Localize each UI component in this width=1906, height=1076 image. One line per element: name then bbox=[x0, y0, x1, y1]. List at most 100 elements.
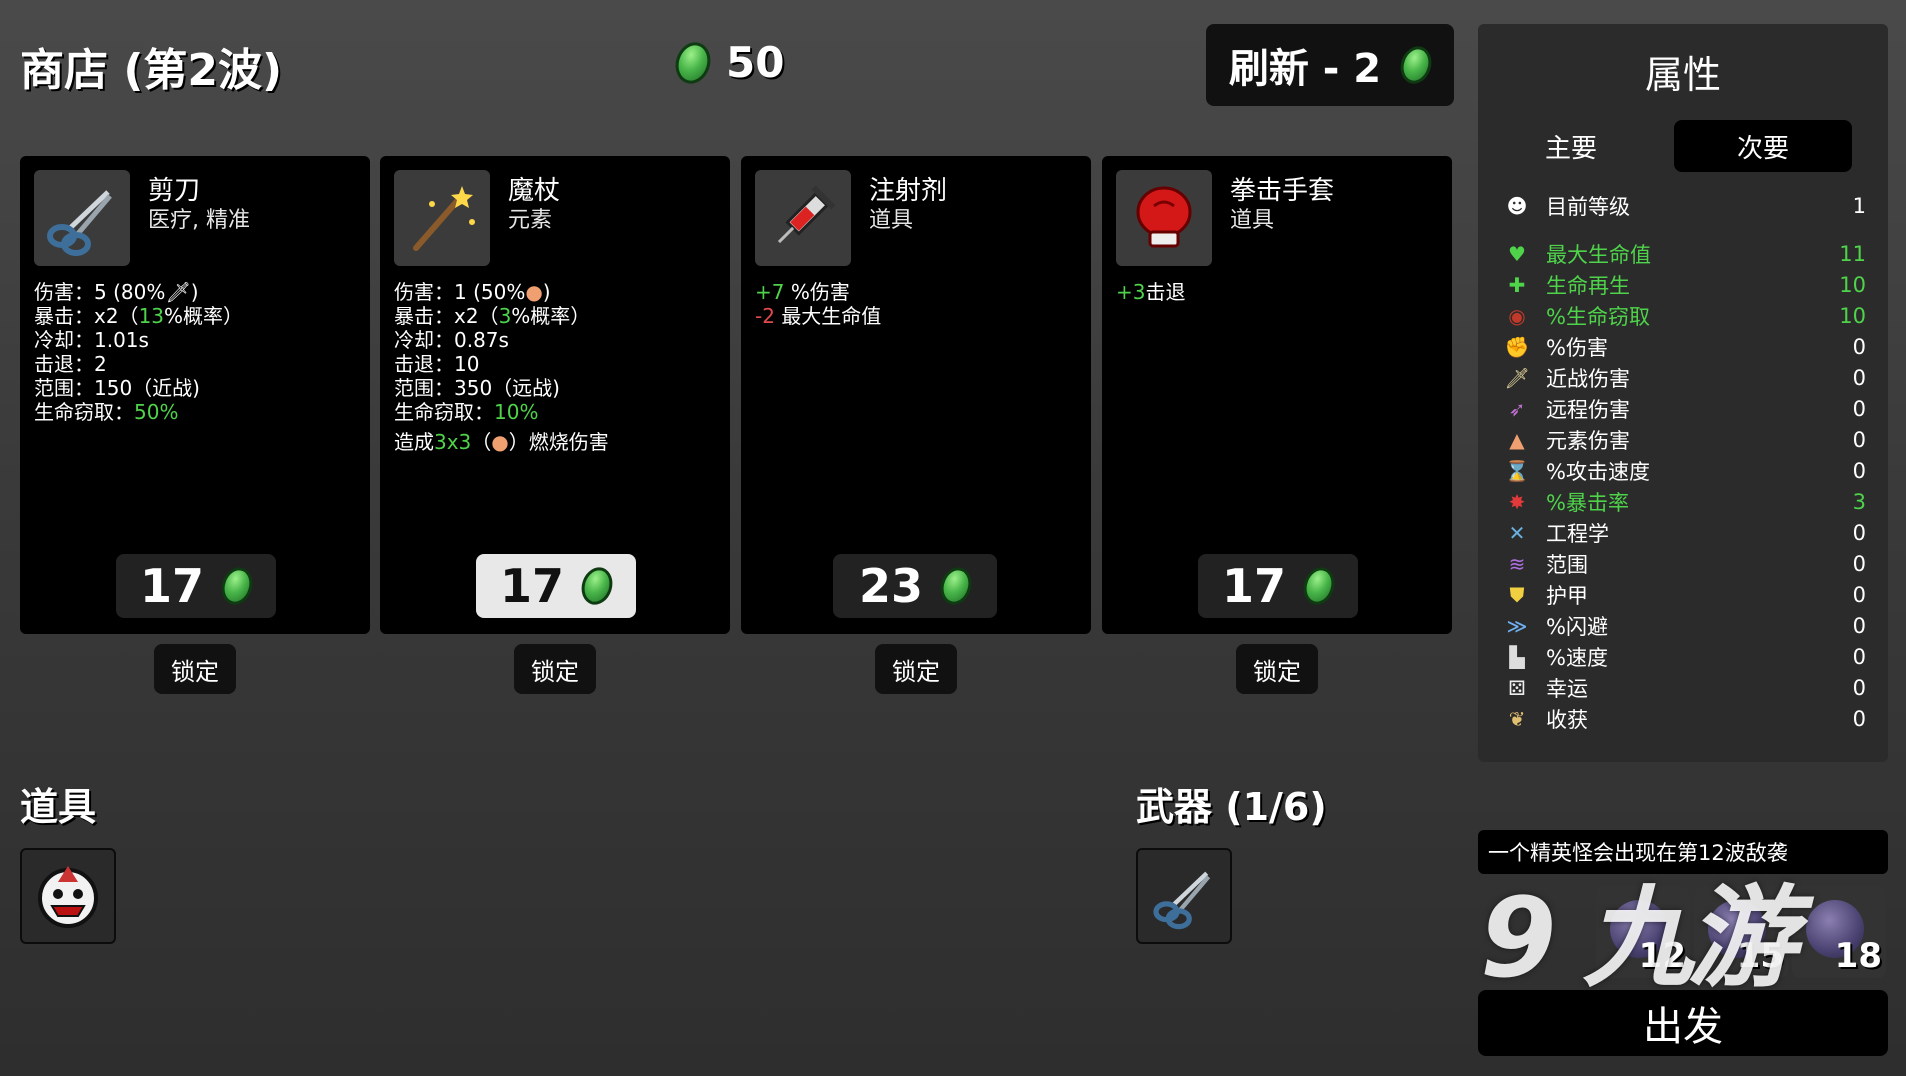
stat-lifesteal: 生命窃取：50% bbox=[34, 400, 179, 424]
dodge-icon: ≫ bbox=[1506, 613, 1528, 638]
price-value: 17 bbox=[499, 559, 564, 613]
level-icon: ☻ bbox=[1506, 193, 1528, 218]
attribute-row[interactable]: ⌛ %攻击速度 0 bbox=[1502, 455, 1866, 486]
attribute-row[interactable]: ◉ %生命窃取 10 bbox=[1502, 300, 1866, 331]
attribute-row[interactable]: ≋ 范围 0 bbox=[1502, 548, 1866, 579]
coin-icon bbox=[216, 563, 258, 609]
tab-main[interactable]: 主要 bbox=[1482, 120, 1660, 172]
scissors-icon bbox=[34, 170, 130, 266]
attribute-value: 0 bbox=[1852, 582, 1866, 607]
attribute-label: 近战伤害 bbox=[1546, 366, 1630, 391]
stat-cooldown: 冷却：1.01s bbox=[34, 328, 149, 352]
attribute-value: 10 bbox=[1839, 272, 1866, 297]
attribute-row[interactable]: 🗡 近战伤害 0 bbox=[1502, 362, 1866, 393]
attribute-value: 0 bbox=[1852, 520, 1866, 545]
lock-button[interactable]: 锁定 bbox=[154, 644, 236, 694]
attribute-row[interactable]: ✸ %暴击率 3 bbox=[1502, 486, 1866, 517]
boot-icon: ▙ bbox=[1509, 644, 1525, 669]
lock-button[interactable]: 锁定 bbox=[875, 644, 957, 694]
coin-icon bbox=[670, 37, 716, 88]
attribute-label: %伤害 bbox=[1546, 335, 1608, 360]
attribute-row[interactable]: ✊ %伤害 0 bbox=[1502, 331, 1866, 362]
wrench-icon: ✕ bbox=[1508, 520, 1526, 545]
flame-icon: ● bbox=[491, 430, 509, 454]
coin-counter: 50 bbox=[670, 37, 785, 88]
attribute-label: 元素伤害 bbox=[1546, 428, 1630, 453]
dice-icon: ⚄ bbox=[1508, 675, 1526, 700]
price-value: 17 bbox=[1221, 559, 1286, 613]
attribute-row[interactable]: ♥ 最大生命值 11 bbox=[1502, 238, 1866, 269]
range-icon: ≋ bbox=[1508, 551, 1526, 576]
attribute-value: 0 bbox=[1852, 427, 1866, 452]
bow-icon: ➶ bbox=[1508, 396, 1526, 421]
attribute-label: %攻击速度 bbox=[1546, 459, 1650, 484]
attribute-label: 幸运 bbox=[1546, 676, 1588, 701]
crit-icon: ✸ bbox=[1508, 489, 1526, 514]
weapon-stats: 伤害：5 (80%🗡) 暴击：x2（13%概率） 冷却：1.01s 击退：2 范… bbox=[34, 280, 243, 424]
buy-button[interactable]: 23 bbox=[833, 554, 997, 618]
shop-card-boxing-glove[interactable]: 拳击手套 道具 +3击退 17 bbox=[1102, 156, 1452, 634]
buy-button[interactable]: 17 bbox=[116, 554, 276, 618]
boxing-glove-icon bbox=[1116, 170, 1212, 266]
attribute-row[interactable]: ⚄ 幸运 0 bbox=[1502, 672, 1866, 703]
stat-range: 范围：350（远战) bbox=[394, 376, 560, 400]
effect-row: -2 最大生命值 bbox=[755, 304, 882, 328]
attribute-value: 0 bbox=[1852, 458, 1866, 483]
tab-secondary[interactable]: 次要 bbox=[1674, 120, 1852, 172]
shop-card-scissors[interactable]: 剪刀 医疗, 精准 伤害：5 (80%🗡) 暴击：x2（13%概率） 冷却：1.… bbox=[20, 156, 370, 634]
stat-range: 范围：150（近战) bbox=[34, 376, 200, 400]
attribute-row[interactable]: ✚ 生命再生 10 bbox=[1502, 269, 1866, 300]
elite-wave-notice: 一个精英怪会出现在第12波敌袭 bbox=[1478, 830, 1888, 874]
shield-icon: ⛊ bbox=[1509, 582, 1525, 607]
shop-card-wand[interactable]: 魔杖 元素 伤害：1 (50%●) 暴击：x2（3%概率） 冷却：0.87s 击… bbox=[380, 156, 730, 634]
elite-wave-badge: 15 bbox=[1694, 886, 1788, 978]
attribute-label: %闪避 bbox=[1546, 614, 1608, 639]
flame-icon: ▲ bbox=[1509, 427, 1525, 452]
attribute-row[interactable]: ⛊ 护甲 0 bbox=[1502, 579, 1867, 610]
attribute-label: 生命再生 bbox=[1546, 273, 1630, 298]
inventory-item-slot[interactable] bbox=[20, 848, 116, 944]
syringe-icon bbox=[755, 170, 851, 266]
elite-wave-badge: 18 bbox=[1792, 886, 1886, 978]
sword-icon: 🗡 bbox=[165, 280, 191, 304]
attribute-label: 范围 bbox=[1546, 552, 1588, 577]
items-section-title: 道具 bbox=[20, 785, 97, 829]
refresh-label: 刷新 - 2 bbox=[1228, 46, 1382, 92]
lock-button[interactable]: 锁定 bbox=[1236, 644, 1318, 694]
refresh-button[interactable]: 刷新 - 2 bbox=[1206, 24, 1454, 106]
attribute-list: ♥ 最大生命值 11 ✚ 生命再生 10 ◉ %生命窃取 10 ✊ %伤害 0 🗡 近战伤害 0 ➶ 远程伤害 0… bbox=[1502, 238, 1866, 734]
stat-damage: 伤害：1 (50%●) bbox=[394, 280, 551, 304]
price-value: 17 bbox=[139, 559, 204, 613]
attribute-row[interactable]: ▙ %速度 0 bbox=[1502, 641, 1866, 672]
harvest-icon: ❦ bbox=[1508, 706, 1526, 731]
lock-button[interactable]: 锁定 bbox=[514, 644, 596, 694]
go-button[interactable]: 出发 bbox=[1478, 990, 1888, 1056]
buy-button[interactable]: 17 bbox=[1198, 554, 1358, 618]
attribute-row[interactable]: ≫ %闪避 0 bbox=[1502, 610, 1866, 641]
muscle-icon: ✊ bbox=[1504, 334, 1530, 359]
attributes-panel: 属性 主要 次要 ☻ 目前等级 1 ♥ 最大生命值 11 ✚ 生命再生 10 ◉ %生命窃取 1… bbox=[1478, 24, 1888, 762]
stat-knockback: 击退：10 bbox=[394, 352, 480, 376]
price-value: 23 bbox=[858, 559, 923, 613]
shop-card-syringe[interactable]: 注射剂 道具 +7 %伤害 -2 最大生命值 23 bbox=[741, 156, 1091, 634]
effect-row: +3击退 bbox=[1116, 280, 1186, 304]
attribute-value: 0 bbox=[1852, 644, 1866, 669]
item-tags: 道具 bbox=[869, 208, 914, 233]
attribute-label: %速度 bbox=[1546, 645, 1608, 670]
attribute-row[interactable]: ▲ 元素伤害 0 bbox=[1502, 424, 1866, 455]
attribute-row[interactable]: ➶ 远程伤害 0 bbox=[1502, 393, 1866, 424]
inventory-weapon-slot[interactable] bbox=[1136, 848, 1232, 944]
heart-icon: ♥ bbox=[1508, 241, 1526, 266]
attribute-row[interactable]: ✕ 工程学 0 bbox=[1502, 517, 1866, 548]
coin-amount: 50 bbox=[726, 38, 785, 87]
buy-button[interactable]: 17 bbox=[476, 554, 636, 618]
attribute-label: %暴击率 bbox=[1546, 490, 1629, 515]
coin-icon bbox=[935, 563, 977, 609]
level-row: ☻ 目前等级 1 bbox=[1502, 190, 1866, 221]
coin-icon bbox=[1396, 42, 1437, 88]
attribute-row[interactable]: ❦ 收获 0 bbox=[1502, 703, 1866, 734]
stat-cooldown: 冷却：0.87s bbox=[394, 328, 509, 352]
attribute-value: 0 bbox=[1852, 334, 1866, 359]
effect-row: +7 %伤害 bbox=[755, 280, 850, 304]
monster-face-icon bbox=[38, 866, 98, 928]
